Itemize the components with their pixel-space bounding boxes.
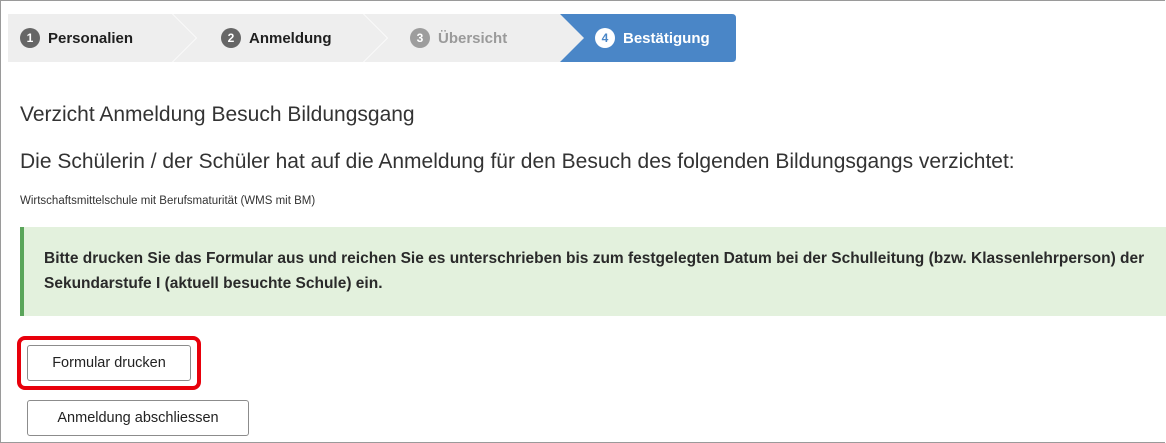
step-personalien[interactable]: 1 Personalien	[8, 14, 196, 62]
step-label: Übersicht	[438, 29, 508, 47]
complete-registration-button[interactable]: Anmeldung abschliessen	[27, 400, 249, 436]
alert-text: Bitte drucken Sie das Formular aus und r…	[44, 250, 1145, 292]
step-anmeldung[interactable]: 2 Anmeldung	[173, 14, 387, 62]
step-number-badge: 2	[221, 28, 241, 48]
success-alert: Bitte drucken Sie das Formular aus und r…	[20, 227, 1166, 316]
step-uebersicht: 3 Übersicht	[364, 14, 584, 62]
step-bestaetigung[interactable]: 4 Bestätigung	[560, 14, 736, 62]
program-name: Wirtschaftsmittelschule mit Berufsmaturi…	[20, 195, 316, 207]
step-number-badge: 4	[595, 28, 615, 48]
print-form-button[interactable]: Formular drucken	[27, 345, 191, 381]
step-label: Anmeldung	[249, 29, 332, 47]
page-title: Verzicht Anmeldung Besuch Bildungsgang	[20, 103, 415, 126]
step-number-badge: 3	[410, 28, 430, 48]
page-subtitle: Die Schülerin / der Schüler hat auf die …	[20, 150, 1015, 173]
step-wizard: 1 Personalien 2 Anmeldung 3 Übersicht 4 …	[8, 14, 738, 62]
step-label: Bestätigung	[623, 29, 710, 47]
step-number-badge: 1	[20, 28, 40, 48]
step-label: Personalien	[48, 29, 134, 47]
